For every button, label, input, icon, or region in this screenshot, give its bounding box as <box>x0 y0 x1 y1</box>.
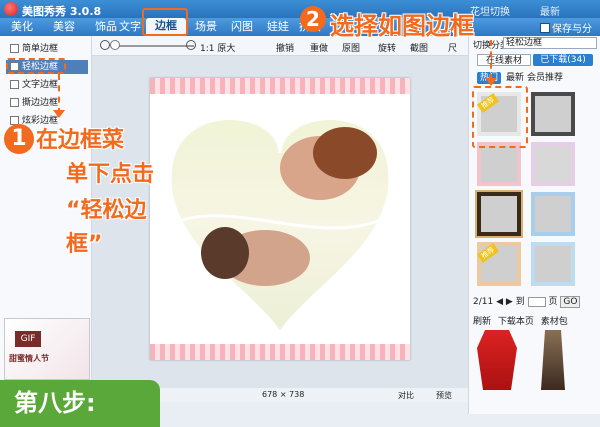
redo-button[interactable]: 重做 <box>310 41 328 54</box>
ad-red-sweater[interactable] <box>477 330 517 390</box>
title-right-text[interactable]: 花坦切换 <box>470 3 510 18</box>
material-pack-button[interactable]: 素材包 <box>541 317 568 327</box>
step-1-text-line-2: 单下点击 <box>66 162 155 187</box>
frame-thumb-icon <box>10 98 19 107</box>
arrow-down-icon <box>485 78 497 86</box>
step-1-text-line-3: “轻松边 <box>66 198 147 223</box>
save-icon <box>540 23 550 33</box>
frame-thumb-5[interactable] <box>475 190 523 238</box>
step-1-text-line-1: 在边框菜 <box>36 128 125 153</box>
tab-scene[interactable]: 场景 <box>186 19 226 35</box>
resize-button[interactable]: 尺 <box>448 41 457 54</box>
image-dimensions: 678 × 738 <box>262 390 305 399</box>
annotation-arrow-1 <box>58 74 60 114</box>
zoom-slider-thumb[interactable] <box>110 40 120 50</box>
step-2-text: 选择如图边框 <box>330 12 474 40</box>
ad-dress[interactable] <box>541 330 565 390</box>
zoom-in-icon[interactable] <box>186 40 196 50</box>
page-next-icon[interactable]: ▶ <box>506 297 513 307</box>
category-simple-frame[interactable]: 简单边框 <box>6 42 88 56</box>
go-button[interactable]: GO <box>560 296 581 308</box>
frame-thumb-2[interactable] <box>531 92 575 136</box>
page-prev-icon[interactable]: ◀ <box>496 297 503 307</box>
page-unit-label: 页 <box>548 297 558 307</box>
easy-frame-highlight-box <box>6 58 66 74</box>
step-8-label: 第八步: <box>0 380 160 427</box>
frame-thumb-4[interactable] <box>531 142 575 186</box>
category-text-frame[interactable]: 文字边框 <box>6 78 88 92</box>
arrow-down-icon <box>53 110 65 118</box>
step-2-badge: 2 <box>300 6 326 32</box>
zoom-slider[interactable] <box>114 45 194 47</box>
selected-frame-highlight-box <box>472 86 528 148</box>
preview-button[interactable]: 预览 <box>436 390 452 401</box>
frame-border-bottom <box>150 344 410 360</box>
category-label: 撕边边框 <box>22 98 59 108</box>
compare-button[interactable]: 对比 <box>398 390 414 401</box>
app-title: 美图秀秀 3.0.8 <box>22 5 102 18</box>
zoom-out-icon[interactable] <box>100 40 110 50</box>
crop-button[interactable]: 截图 <box>410 41 428 54</box>
frame-border-top <box>150 78 410 94</box>
woman-hair <box>313 127 377 179</box>
photo-preview[interactable] <box>150 78 410 360</box>
left-ad-banner[interactable]: GIF 甜蜜情人节 <box>4 318 90 380</box>
original-size-button[interactable]: 1:1 原大 <box>200 41 235 54</box>
frame-thumb-3[interactable] <box>477 142 521 186</box>
tab-makeup[interactable]: 美容 <box>44 19 84 35</box>
page-to-label: 到 <box>515 297 525 307</box>
category-label: 文字边框 <box>22 80 59 90</box>
heart-photo <box>170 117 390 336</box>
category-label: 简单边框 <box>22 44 59 54</box>
title-right-latest[interactable]: 最新 <box>540 3 560 18</box>
tab-downloaded[interactable]: 已下载(34) <box>533 54 593 66</box>
annotation-arrow-2 <box>490 40 492 80</box>
category-select[interactable]: 轻松边框 <box>503 37 597 49</box>
tab-frame-highlight-box <box>142 8 188 36</box>
subtab-vip[interactable]: 会员推荐 <box>527 72 563 84</box>
step-1-badge: 1 <box>4 124 34 154</box>
gif-badge: GIF <box>15 331 41 347</box>
tab-beautify[interactable]: 美化 <box>2 19 42 35</box>
frame-thumb-6[interactable] <box>531 192 575 236</box>
left-ad-text: 甜蜜情人节 <box>9 354 49 363</box>
rotate-button[interactable]: 旋转 <box>378 41 396 54</box>
tab-flash[interactable]: 闪图 <box>222 19 262 35</box>
original-button[interactable]: 原图 <box>342 41 360 54</box>
subtab-new[interactable]: 最新 <box>505 72 525 84</box>
page-indicator: 2/11 <box>473 297 494 307</box>
material-actions: 刷新 下载本页 素材包 <box>473 314 597 328</box>
pager: 2/11 ◀ ▶ 到 页 GO <box>473 294 597 308</box>
app-logo-icon <box>4 2 18 16</box>
category-torn-frame[interactable]: 撕边边框 <box>6 96 88 110</box>
step-1-text-line-4: 框” <box>66 232 103 257</box>
recommend-ribbon: 推荐 <box>476 243 500 263</box>
frame-thumb-8[interactable] <box>531 242 575 286</box>
tab-online-material[interactable]: 在线素材 <box>477 54 531 66</box>
undo-button[interactable]: 撤销 <box>276 41 294 54</box>
product-ads <box>473 330 597 390</box>
frame-thumb-icon <box>10 80 19 89</box>
frame-thumb-7[interactable]: 推荐 <box>476 242 521 286</box>
man-hair <box>201 227 249 279</box>
page-input[interactable] <box>527 296 546 307</box>
refresh-button[interactable]: 刷新 <box>473 317 491 327</box>
frame-thumb-icon <box>10 44 19 53</box>
download-page-button[interactable]: 下载本页 <box>498 317 534 327</box>
